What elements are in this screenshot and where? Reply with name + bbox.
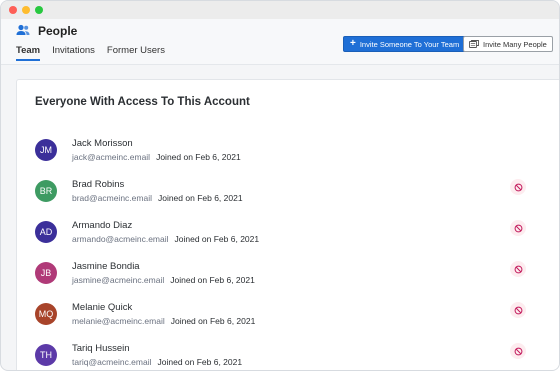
tab-team[interactable]: Team [16,45,41,61]
user-row: TH Tariq Hussein tariq@acmeinc.email Join… [17,342,559,370]
avatar: JM [35,139,57,161]
tab-former-users[interactable]: Former Users [107,45,165,61]
user-name: Armando Diaz [72,220,133,231]
bulk-invite-icon [469,40,479,48]
user-meta: tariq@acmeinc.email Joined on Feb 6, 2021 [72,357,242,367]
block-icon [514,183,522,191]
app-window: People Team Invitations Former Users + I… [0,0,560,371]
user-row: JM Jack Morisson jack@acmeinc.email Joine… [17,137,559,178]
avatar: JB [35,262,57,284]
avatar: MQ [35,303,57,325]
user-joined: Joined on Feb 6, 2021 [174,234,260,244]
plus-icon: + [350,38,356,49]
user-row: AD Armando Diaz armando@acmeinc.email Joi… [17,219,559,260]
avatar: BR [35,180,57,202]
invite-many-button[interactable]: Invite Many People [463,36,553,52]
user-joined: Joined on Feb 6, 2021 [156,152,241,162]
user-name: Jasmine Bondia [72,261,140,272]
block-icon [514,306,522,314]
user-joined: Joined on Feb 6, 2021 [157,357,243,367]
avatar: TH [35,344,57,366]
page-header: People Team Invitations Former Users + I… [1,19,559,65]
people-icon [16,24,30,35]
user-meta: brad@acmeinc.email Joined on Feb 6, 2021 [72,193,243,203]
user-meta: melanie@acmeinc.email Joined on Feb 6, 20… [72,316,255,326]
user-email: brad@acmeinc.email [72,193,152,203]
card-title: Everyone With Access To This Account [35,96,250,108]
user-row: BR Brad Robins brad@acmeinc.email Joined … [17,178,559,219]
user-email: jack@acmeinc.email [72,152,151,162]
remove-user-button[interactable] [510,302,526,318]
user-joined: Joined on Feb 6, 2021 [170,275,255,285]
user-email: jasmine@acmeinc.email [72,275,165,285]
remove-user-button[interactable] [510,220,526,236]
user-email: tariq@acmeinc.email [72,357,152,367]
user-meta: jasmine@acmeinc.email Joined on Feb 6, 20… [72,275,255,285]
block-icon [514,224,522,232]
window-titlebar [1,1,559,19]
tab-bar: Team Invitations Former Users [16,45,177,61]
user-email: armando@acmeinc.email [72,234,169,244]
user-joined: Joined on Feb 6, 2021 [157,193,243,203]
invite-someone-label: Invite Someone To Your Team [359,39,460,49]
user-email: melanie@acmeinc.email [72,316,165,326]
remove-user-button[interactable] [510,179,526,195]
remove-user-button[interactable] [510,343,526,359]
user-name: Jack Morisson [72,138,133,149]
block-icon [514,347,522,355]
page-title: People [38,24,78,38]
user-name: Tariq Hussein [72,343,130,354]
user-name: Brad Robins [72,179,125,190]
user-meta: armando@acmeinc.email Joined on Feb 6, 20… [72,234,259,244]
user-row: JB Jasmine Bondia jasmine@acmeinc.email J… [17,260,559,301]
user-joined: Joined on Feb 6, 2021 [170,316,256,326]
close-window-button[interactable] [9,6,17,14]
remove-user-button[interactable] [510,261,526,277]
users-card: Everyone With Access To This Account JM … [16,79,559,370]
user-name: Melanie Quick [72,302,133,313]
invite-someone-button[interactable]: + Invite Someone To Your Team [343,36,467,52]
user-meta: jack@acmeinc.email Joined on Feb 6, 2021 [72,152,241,162]
user-row: MQ Melanie Quick melanie@acmeinc.email Jo… [17,301,559,342]
avatar: AD [35,221,57,243]
invite-many-label: Invite Many People [483,39,547,49]
minimize-window-button[interactable] [22,6,30,14]
block-icon [514,265,522,273]
maximize-window-button[interactable] [35,6,43,14]
tab-invitations[interactable]: Invitations [52,45,95,61]
